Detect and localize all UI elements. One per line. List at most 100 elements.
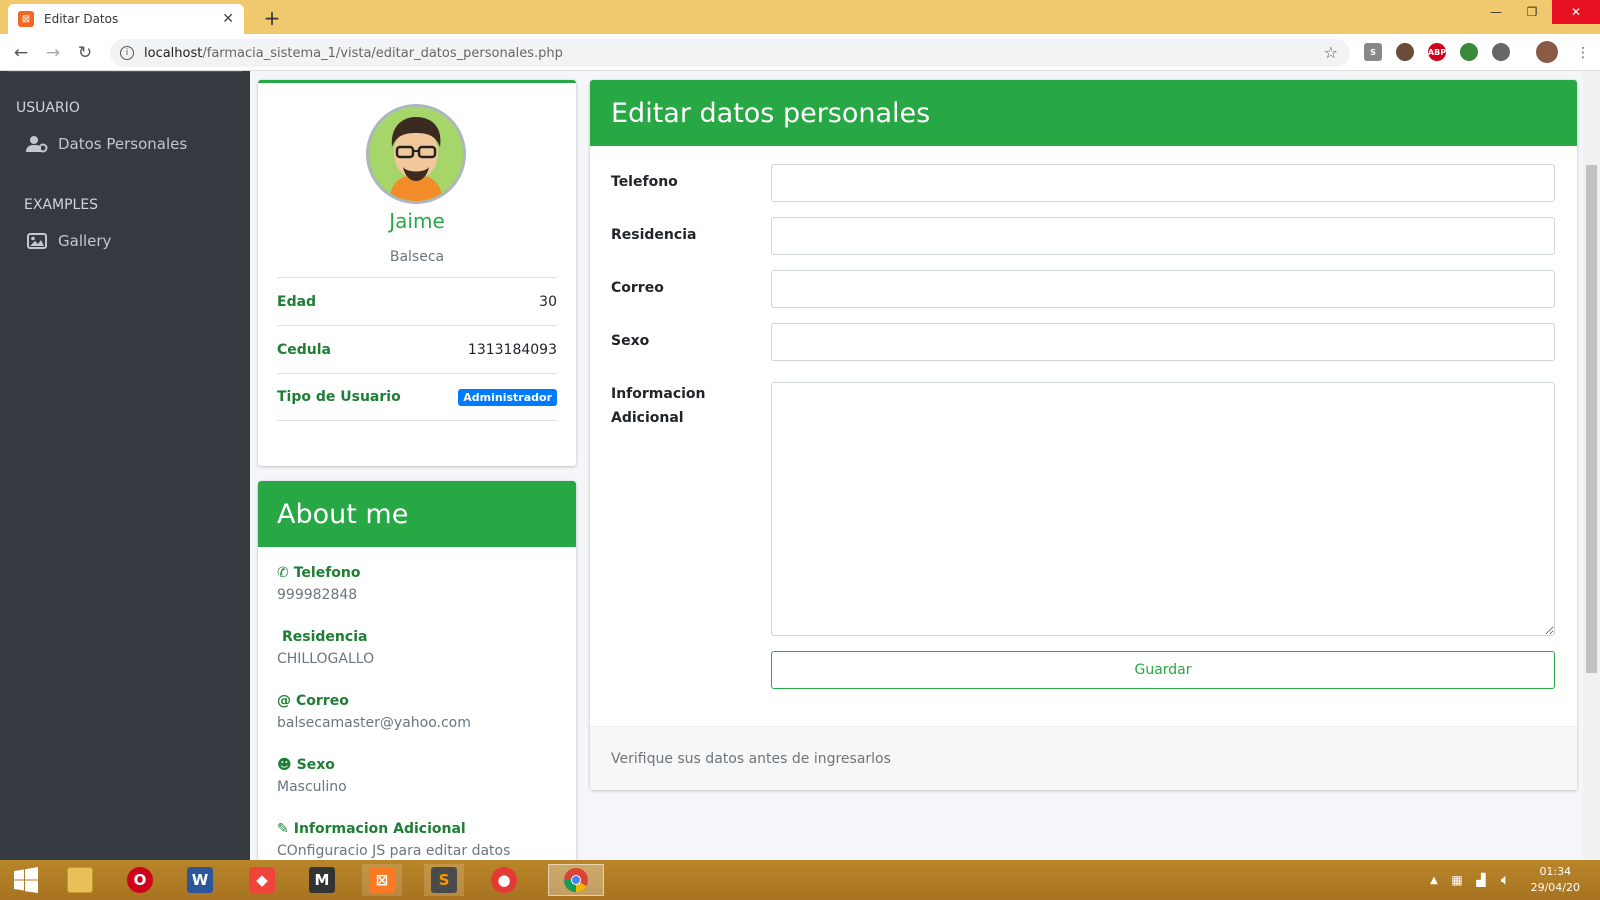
guardar-button[interactable]: Guardar bbox=[771, 651, 1555, 689]
xampp-favicon-icon: ⊠ bbox=[18, 11, 34, 27]
windows-start-icon[interactable] bbox=[6, 864, 46, 896]
about-item-value: COnfiguracio JS para editar datos bbox=[277, 843, 511, 859]
about-item-residencia: Residencia CHILLOGALLO bbox=[277, 629, 374, 667]
sexo-input[interactable] bbox=[771, 323, 1555, 361]
correo-label: Correo bbox=[611, 280, 664, 296]
sidebar: USUARIO Datos Personales EXAMPLES Galler… bbox=[0, 71, 250, 861]
sublime-text-icon[interactable]: S bbox=[424, 864, 464, 896]
browser-tab-strip: ⊠ Editar Datos ✕ + — ❐ ✕ bbox=[0, 0, 1600, 34]
user-avatar bbox=[366, 104, 466, 204]
profile-card: Jaime Balseca Edad 30 Cedula 1313184093 … bbox=[258, 80, 576, 466]
informacion-adicional-textarea[interactable] bbox=[771, 382, 1555, 636]
about-me-title: About me bbox=[258, 481, 576, 547]
profile-row-label: Edad bbox=[277, 293, 317, 310]
about-me-card: About me ✆ Telefono 999982848 Residencia … bbox=[258, 481, 576, 861]
about-item-label: Correo bbox=[296, 693, 349, 709]
address-bar[interactable]: i localhost/farmacia_sistema_1/vista/edi… bbox=[110, 39, 1350, 67]
phone-icon: ✆ bbox=[277, 565, 289, 581]
sidebar-header-usuario: USUARIO bbox=[16, 100, 80, 116]
word-icon[interactable]: W bbox=[180, 864, 220, 896]
profile-row-edad: Edad 30 bbox=[277, 277, 557, 325]
telefono-input[interactable] bbox=[771, 164, 1555, 202]
sidebar-item-label: Datos Personales bbox=[58, 135, 188, 153]
about-item-value: Masculino bbox=[277, 779, 347, 795]
m-app-icon[interactable]: M bbox=[302, 864, 342, 896]
about-item-label: Informacion Adicional bbox=[293, 821, 466, 837]
url-host: localhost bbox=[144, 45, 203, 61]
anydesk-icon[interactable]: ◆ bbox=[242, 864, 282, 896]
close-tab-icon[interactable]: ✕ bbox=[222, 11, 234, 27]
windows-taskbar: O W ◆ M ⊠ S ● ▲ ▦ ▟ 🔈︎ 01:34 29/04/20 bbox=[0, 860, 1600, 900]
tray-volume-icon[interactable]: 🔈︎ bbox=[1494, 864, 1516, 896]
edit-form-title: Editar datos personales bbox=[590, 80, 1577, 146]
about-item-label: Residencia bbox=[282, 629, 368, 645]
clock-time: 01:34 bbox=[1539, 865, 1572, 878]
forward-button[interactable]: → bbox=[40, 40, 66, 66]
new-tab-button[interactable]: + bbox=[258, 4, 286, 32]
about-item-informacion: ✎ Informacion Adicional COnfiguracio JS p… bbox=[277, 821, 510, 859]
xampp-icon[interactable]: ⊠ bbox=[362, 864, 402, 896]
opera-icon[interactable]: O bbox=[120, 864, 160, 896]
adblock-icon[interactable]: ABP bbox=[1428, 43, 1446, 61]
residencia-label: Residencia bbox=[611, 227, 697, 243]
tray-signal-icon[interactable]: ▟ bbox=[1470, 864, 1492, 896]
at-icon: @ bbox=[277, 693, 291, 709]
page-scrollbar[interactable] bbox=[1583, 71, 1600, 861]
profile-row-value: 30 bbox=[539, 293, 557, 310]
info-icon[interactable]: i bbox=[120, 46, 134, 60]
image-icon bbox=[26, 232, 48, 250]
profile-row-value: 1313184093 bbox=[467, 341, 557, 358]
profile-name: Jaime bbox=[389, 209, 445, 233]
clock-date: 29/04/20 bbox=[1530, 881, 1580, 894]
about-item-telefono: ✆ Telefono 999982848 bbox=[277, 565, 361, 603]
about-item-label: Sexo bbox=[296, 757, 335, 773]
sidebar-item-label: Gallery bbox=[58, 232, 112, 250]
sexo-label: Sexo bbox=[611, 333, 650, 349]
informacion-label-line2: Adicional bbox=[611, 410, 684, 426]
browser-tab[interactable]: ⊠ Editar Datos ✕ bbox=[8, 4, 244, 34]
bookmark-star-icon[interactable]: ☆ bbox=[1324, 43, 1338, 62]
about-item-sexo: ☻ Sexo Masculino bbox=[277, 757, 347, 795]
back-button[interactable]: ← bbox=[8, 40, 34, 66]
chrome-icon[interactable] bbox=[548, 864, 604, 896]
scrollbar-thumb[interactable] bbox=[1586, 165, 1597, 673]
browser-menu-icon[interactable]: ⋮ bbox=[1570, 40, 1596, 66]
residencia-input[interactable] bbox=[771, 217, 1555, 255]
sidebar-divider bbox=[8, 71, 242, 72]
form-footer-note: Verifique sus datos antes de ingresarlos bbox=[590, 726, 1577, 790]
tray-network-icon[interactable]: ▦ bbox=[1446, 864, 1468, 896]
user-cog-icon bbox=[26, 135, 48, 153]
profile-row-tipo-usuario: Tipo de Usuario Administrador bbox=[277, 373, 557, 421]
pencil-icon: ✎ bbox=[277, 821, 289, 837]
sidebar-header-examples: EXAMPLES bbox=[24, 197, 99, 213]
correo-input[interactable] bbox=[771, 270, 1555, 308]
tray-up-arrow-icon[interactable]: ▲ bbox=[1424, 864, 1444, 896]
sidebar-item-datos-personales[interactable]: Datos Personales bbox=[26, 135, 187, 153]
extension-globe-icon[interactable] bbox=[1460, 43, 1478, 61]
informacion-adicional-label: Informacion Adicional bbox=[611, 382, 706, 430]
extension-circle-icon[interactable] bbox=[1492, 43, 1510, 61]
window-close-button[interactable]: ✕ bbox=[1552, 0, 1600, 24]
informacion-label-line1: Informacion bbox=[611, 386, 706, 402]
profile-row-cedula: Cedula 1313184093 bbox=[277, 325, 557, 373]
profile-avatar-icon[interactable] bbox=[1536, 41, 1558, 63]
profile-lastname: Balseca bbox=[389, 249, 445, 265]
profile-row-label: Tipo de Usuario bbox=[277, 389, 401, 405]
smile-icon: ☻ bbox=[277, 757, 292, 773]
user-role-badge: Administrador bbox=[458, 388, 557, 406]
extension-s-icon[interactable]: S bbox=[1364, 43, 1382, 61]
about-item-value: CHILLOGALLO bbox=[277, 651, 375, 667]
file-explorer-icon[interactable] bbox=[60, 864, 100, 896]
minimize-button[interactable]: — bbox=[1478, 0, 1514, 24]
reload-button[interactable]: ↻ bbox=[72, 40, 98, 66]
browser-toolbar: ← → ↻ i localhost/farmacia_sistema_1/vis… bbox=[0, 34, 1600, 71]
profile-row-label: Cedula bbox=[277, 341, 332, 358]
about-item-correo: @ Correo balsecamaster@yahoo.com bbox=[277, 693, 471, 731]
restore-button[interactable]: ❐ bbox=[1514, 0, 1550, 24]
url-path: /farmacia_sistema_1/vista/editar_datos_p… bbox=[202, 45, 563, 61]
tab-title: Editar Datos bbox=[44, 12, 119, 26]
sidebar-item-gallery[interactable]: Gallery bbox=[26, 232, 111, 250]
extension-avatar-icon[interactable] bbox=[1396, 43, 1414, 61]
app-red-icon[interactable]: ● bbox=[484, 864, 524, 896]
taskbar-clock[interactable]: 01:34 29/04/20 bbox=[1531, 864, 1580, 896]
